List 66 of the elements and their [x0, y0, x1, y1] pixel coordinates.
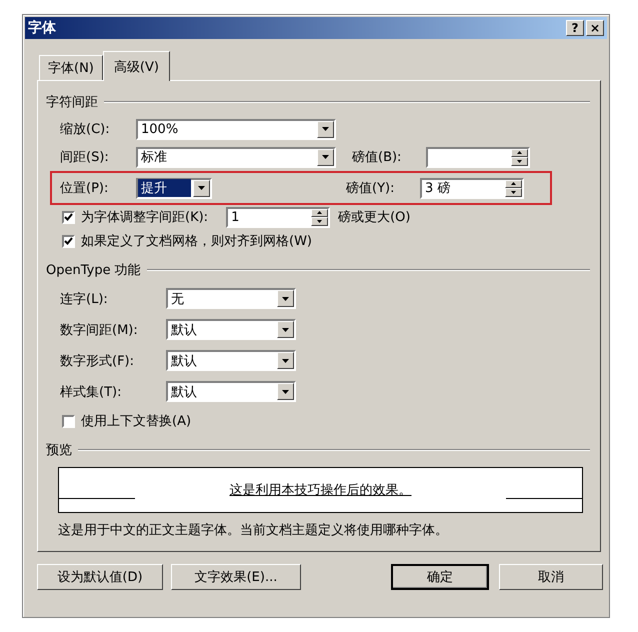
- spin-up-button[interactable]: [311, 208, 328, 217]
- tab[interactable]: 字体(N): [39, 55, 103, 80]
- group-title: 预览: [46, 442, 72, 459]
- kerning-field[interactable]: 1: [226, 206, 330, 228]
- dropdown-arrow-icon: [282, 296, 289, 300]
- field-label: 数字形式(F):: [60, 352, 136, 370]
- position-dropdown[interactable]: 提升: [136, 178, 212, 198]
- dialog-button[interactable]: 取消: [499, 564, 603, 590]
- dialog-button[interactable]: 设为默认值(D): [37, 564, 163, 590]
- checkbox-label: 为字体调整字间距(K):: [81, 209, 208, 226]
- checkbox[interactable]: [62, 414, 75, 428]
- points-field[interactable]: [426, 146, 530, 168]
- down-arrow-icon: [517, 160, 522, 163]
- dropdown-button[interactable]: [277, 290, 294, 307]
- dialog-button[interactable]: 确定: [391, 564, 489, 590]
- feature-dropdown[interactable]: 无: [166, 288, 296, 309]
- checkbox-label: 如果定义了文档网格，则对齐到网格(W): [81, 233, 312, 250]
- dropdown-button[interactable]: [277, 383, 294, 400]
- field-label: 缩放(C):: [60, 121, 111, 138]
- spacing-dropdown[interactable]: 标准: [136, 146, 336, 168]
- dropdown-button[interactable]: [277, 352, 294, 369]
- preview-text: 这是利用本技巧操作后的效果。: [230, 482, 412, 499]
- field-label: 位置(P):: [60, 180, 110, 197]
- field-label: 数字间距(M):: [60, 322, 139, 338]
- window-title: 字体: [28, 19, 57, 37]
- group-title: 字符间距: [46, 94, 98, 111]
- close-button[interactable]: ×: [586, 20, 604, 36]
- tab[interactable]: 高级(V): [102, 51, 170, 81]
- spin-down-button[interactable]: [511, 157, 528, 166]
- spin-down-button[interactable]: [311, 217, 328, 226]
- scale-dropdown[interactable]: 100%: [136, 118, 336, 140]
- spin-up-button[interactable]: [511, 148, 528, 157]
- field-label: 间距(S):: [60, 149, 110, 166]
- up-arrow-icon: [511, 182, 516, 186]
- up-arrow-icon: [317, 211, 322, 214]
- spin-up-button[interactable]: [505, 180, 522, 188]
- dropdown-arrow-icon: [322, 127, 329, 131]
- feature-dropdown[interactable]: 默认: [166, 381, 296, 402]
- dropdown-arrow-icon: [282, 390, 289, 394]
- dropdown-button[interactable]: [193, 180, 210, 196]
- field-label: 连字(L):: [60, 290, 109, 308]
- preview-description: 这是用于中文的正文主题字体。当前文档主题定义将使用哪种字体。: [58, 522, 449, 539]
- checkbox[interactable]: [62, 210, 75, 224]
- field-label: 样式集(T):: [60, 384, 122, 400]
- down-arrow-icon: [511, 190, 516, 194]
- dropdown-button[interactable]: [317, 148, 334, 166]
- down-arrow-icon: [317, 220, 322, 223]
- group-title: OpenType 功能: [46, 262, 141, 279]
- dropdown-arrow-icon: [282, 358, 289, 362]
- dropdown-arrow-icon: [198, 186, 205, 190]
- dialog-button[interactable]: 文字效果(E)...: [171, 564, 301, 590]
- field-label: 磅值(Y):: [346, 180, 396, 197]
- field-label: 磅值(B):: [352, 149, 402, 166]
- dropdown-arrow-icon: [282, 328, 289, 332]
- spin-down-button[interactable]: [505, 188, 522, 196]
- dropdown-button[interactable]: [277, 321, 294, 338]
- feature-dropdown[interactable]: 默认: [166, 319, 296, 340]
- checkbox[interactable]: [62, 234, 75, 248]
- help-button[interactable]: ?: [566, 20, 584, 36]
- feature-dropdown[interactable]: 默认: [166, 350, 296, 371]
- dropdown-arrow-icon: [322, 155, 329, 159]
- dropdown-button[interactable]: [317, 120, 334, 138]
- field-label: 磅或更大(O): [338, 209, 410, 226]
- checkbox-label: 使用上下文替换(A): [81, 413, 192, 430]
- up-arrow-icon: [517, 151, 522, 154]
- points-field[interactable]: 3 磅: [420, 178, 524, 198]
